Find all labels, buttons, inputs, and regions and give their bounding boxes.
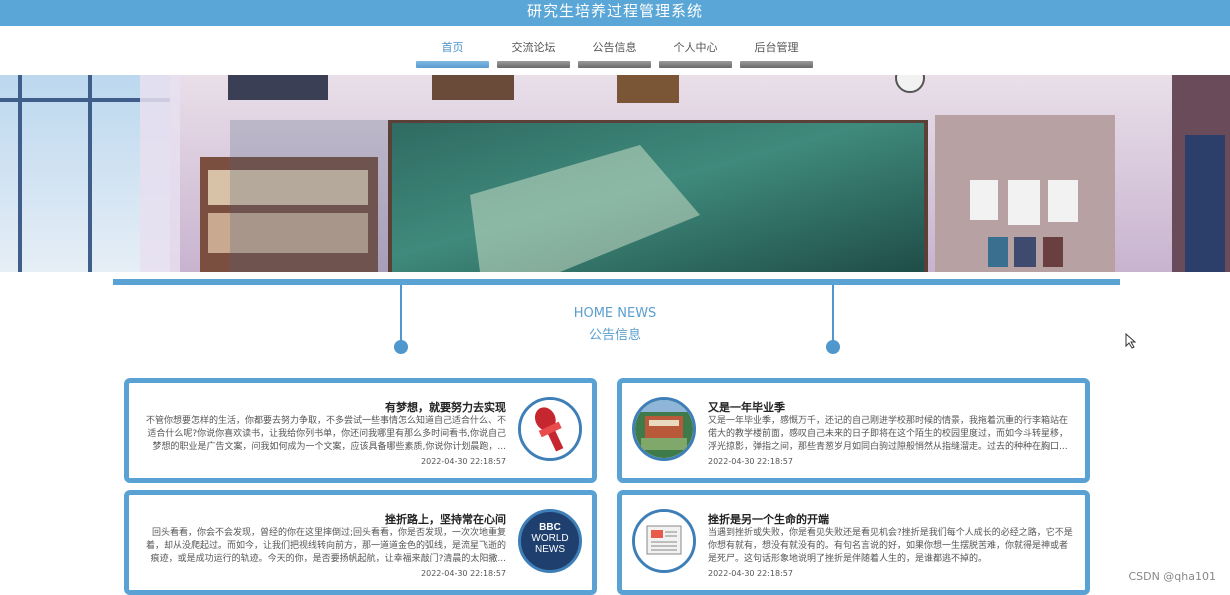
news-date: 2022-04-30 22:18:57 (708, 569, 793, 578)
nav-announcements-label: 公告信息 (592, 41, 637, 54)
bbc-news-icon: BBC WORLD NEWS (518, 509, 582, 573)
nav-underline (659, 61, 732, 68)
news-desc: 当遇到挫折或失败，你是看见失败还是看见机会?挫折是我们每个人成长的必经之路，它不… (708, 528, 1073, 564)
nav-profile-label: 个人中心 (673, 41, 718, 54)
news-date: 2022-04-30 22:18:57 (708, 457, 793, 466)
section-title-en: HOME NEWS (573, 306, 657, 321)
app-title: 研究生培养过程管理系统 (526, 2, 703, 20)
divider-line (113, 279, 1120, 285)
app-header: 研究生培养过程管理系统 (0, 0, 1230, 26)
news-card[interactable]: 又是一年毕业季 又是一年毕业季，感慨万千，还记的自己刚进学校那时候的情景，我拖着… (617, 378, 1090, 483)
nav-admin-label: 后台管理 (754, 41, 799, 54)
news-title: 又是一年毕业季 (708, 401, 785, 414)
section-title-cn: 公告信息 (588, 328, 641, 343)
news-card[interactable]: 有梦想，就要努力去实现 不管你想要怎样的生活，你都要去努力争取，不多尝试一些事情… (124, 378, 597, 483)
newspaper-icon (632, 509, 696, 573)
news-title: 挫折是另一个生命的开端 (708, 513, 829, 526)
news-date: 2022-04-30 22:18:57 (421, 457, 506, 466)
news-title: 挫折路上，坚持常在心间 (385, 513, 506, 526)
news-desc: 不管你想要怎样的生活，你都要去努力争取，不多尝试一些事情怎么知道自己适合什么、不… (145, 416, 506, 452)
news-logo-text: NEWS (535, 544, 565, 555)
news-card[interactable]: 挫折是另一个生命的开端 当遇到挫折或失败，你是看见失败还是看见机会?挫折是我们每… (617, 490, 1090, 595)
nav-announcements[interactable]: 公告信息 (578, 36, 651, 68)
news-desc: 回头看看，你会不会发现，曾经的你在这里摔倒过;回头看看，你是否发现，一次次地重复… (145, 528, 506, 564)
nav-forum[interactable]: 交流论坛 (497, 36, 570, 68)
news-date: 2022-04-30 22:18:57 (421, 569, 506, 578)
watermark-text: CSDN @qha101 (1128, 570, 1216, 583)
nav-underline (416, 61, 489, 68)
bbc-logo-text: BBC (539, 522, 561, 533)
nav-underline (740, 61, 813, 68)
nav-forum-label: 交流论坛 (511, 41, 556, 54)
microphone-icon (518, 397, 582, 461)
classroom-banner-image (0, 75, 1230, 272)
campus-icon (632, 397, 696, 461)
nav-profile[interactable]: 个人中心 (659, 36, 732, 68)
news-card[interactable]: 挫折路上，坚持常在心间 回头看看，你会不会发现，曾经的你在这里摔倒过;回头看看，… (124, 490, 597, 595)
news-desc: 又是一年毕业季，感慨万千，还记的自己刚进学校那时候的情景，我拖着沉重的行李箱站在… (708, 416, 1069, 452)
nav-home-label: 首页 (441, 41, 464, 54)
nav-underline (578, 61, 651, 68)
nav-underline (497, 61, 570, 68)
mouse-cursor-icon (1125, 332, 1137, 353)
nav-admin[interactable]: 后台管理 (740, 36, 813, 68)
news-title: 有梦想，就要努力去实现 (385, 401, 506, 414)
world-logo-text: WORLD (531, 533, 569, 544)
main-nav: 首页 交流论坛 公告信息 个人中心 后台管理 (416, 36, 813, 68)
nav-home[interactable]: 首页 (416, 36, 489, 68)
